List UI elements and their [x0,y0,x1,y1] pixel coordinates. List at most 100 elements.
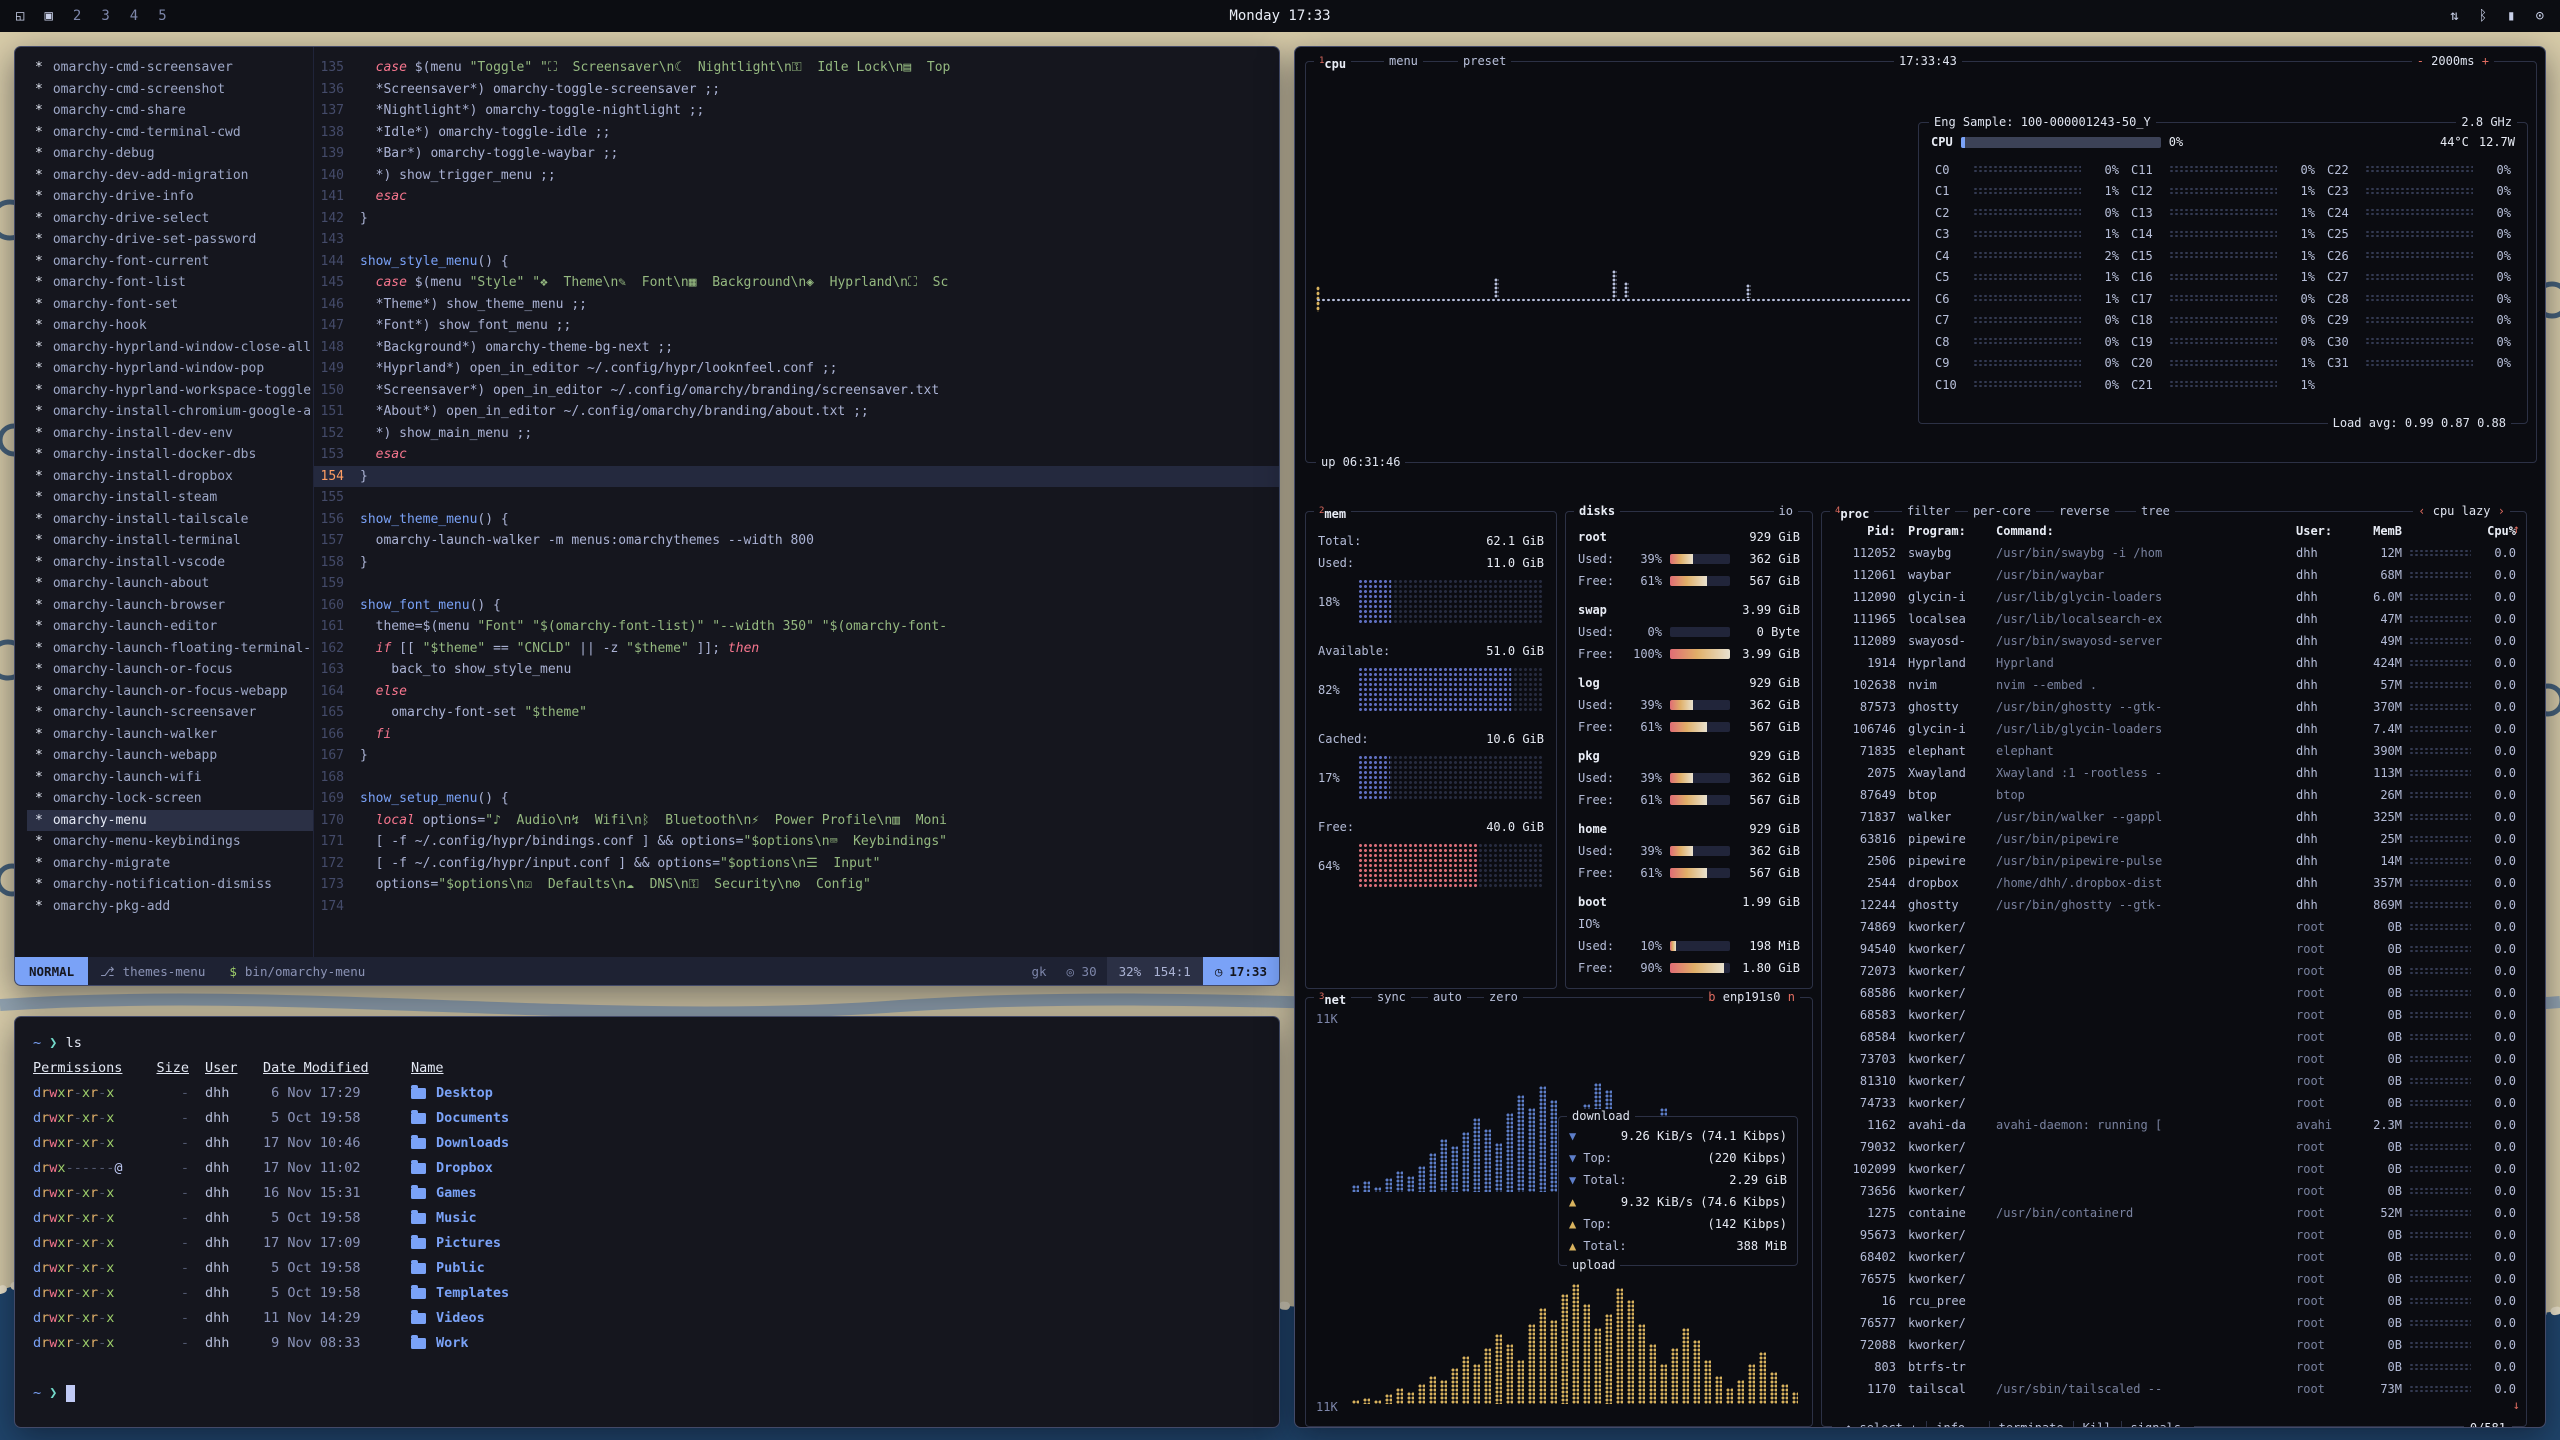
code-line[interactable]: 154} [314,466,1279,488]
file-tree-item[interactable]: *omarchy-hyprland-workspace-toggle [27,380,313,402]
file-tree-item[interactable]: *omarchy-install-terminal [27,530,313,552]
code-line[interactable]: 150 *Screensaver*) open_in_editor ~/.con… [314,380,1279,402]
process-row[interactable]: 2506pipewire/usr/bin/pipewire-pulsedhh14… [1822,850,2526,872]
file-tree-item[interactable]: *omarchy-font-current [27,251,313,273]
disks-panel-title[interactable]: disks [1574,504,1620,519]
tree-toggle[interactable]: tree [2136,504,2175,519]
process-row[interactable]: 76575kworker/root0B0.0 [1822,1268,2526,1290]
file-tree-item[interactable]: *omarchy-install-steam [27,487,313,509]
code-line[interactable]: 143 [314,229,1279,251]
file-tree-item[interactable]: *omarchy-launch-browser [27,595,313,617]
code-line[interactable]: 140 *) show_trigger_menu ;; [314,165,1279,187]
code-line[interactable]: 165 omarchy-font-set "$theme" [314,702,1279,724]
file-tree-item[interactable]: *omarchy-install-dropbox [27,466,313,488]
process-row[interactable]: 72088kworker/root0B0.0 [1822,1334,2526,1356]
process-row[interactable]: 1162avahi-daavahi-daemon: running [avahi… [1822,1114,2526,1136]
process-row[interactable]: 111965localsea/usr/lib/localsearch-exdhh… [1822,608,2526,630]
file-tree-item[interactable]: *omarchy-install-vscode [27,552,313,574]
code-line[interactable]: 167} [314,745,1279,767]
file-row[interactable]: drwxr-xr-x-dhh16 Nov 15:31Games [33,1181,1261,1206]
process-row[interactable]: 72073kworker/root0B0.0 [1822,960,2526,982]
file-tree-item[interactable]: *omarchy-menu [27,810,313,832]
code-line[interactable]: 172 [ -f ~/.config/hypr/input.conf ] && … [314,853,1279,875]
process-row[interactable]: 73656kworker/root0B0.0 [1822,1180,2526,1202]
power-icon[interactable]: ⊙ [2536,8,2544,24]
file-tree-item[interactable]: *omarchy-launch-screensaver [27,702,313,724]
code-line[interactable]: 162 if [[ "$theme" == "CNCLD" || -z "$th… [314,638,1279,660]
process-panel-title[interactable]: 4proc [1830,504,1874,522]
process-row[interactable]: 68583kworker/root0B0.0 [1822,1004,2526,1026]
process-row[interactable]: 1275containe/usr/bin/containerdroot52M0.… [1822,1202,2526,1224]
file-tree-item[interactable]: *omarchy-cmd-terminal-cwd [27,122,313,144]
process-row[interactable]: 68402kworker/root0B0.0 [1822,1246,2526,1268]
file-row[interactable]: drwxr-xr-x-dhh 9 Nov 08:33Work [33,1331,1261,1356]
process-row[interactable]: 68586kworker/root0B0.0 [1822,982,2526,1004]
process-column-header[interactable]: Program: [1896,524,1996,538]
process-row[interactable]: 95673kworker/root0B0.0 [1822,1224,2526,1246]
file-row[interactable]: drwxr-xr-x-dhh 5 Oct 19:58Public [33,1256,1261,1281]
code-line[interactable]: 148 *Background*) omarchy-theme-bg-next … [314,337,1279,359]
code-line[interactable]: 160show_font_menu() { [314,595,1279,617]
workspace-button[interactable]: 3 [101,8,109,24]
code-line[interactable]: 144show_style_menu() { [314,251,1279,273]
file-row[interactable]: drwxr-xr-x-dhh11 Nov 14:29Videos [33,1306,1261,1331]
file-tree-item[interactable]: *omarchy-cmd-screensaver [27,57,313,79]
process-row[interactable]: 71835elephantelephantdhh390M0.0 [1822,740,2526,762]
process-column-header[interactable]: User: [2296,524,2354,538]
file-tree-item[interactable]: *omarchy-launch-webapp [27,745,313,767]
file-tree-item[interactable]: *omarchy-migrate [27,853,313,875]
omarchy-logo-icon[interactable]: ◱ [16,8,24,24]
file-row[interactable]: drwxr-xr-x-dhh17 Nov 10:46Downloads [33,1131,1261,1156]
cpu-panel-title[interactable]: 1cpu [1314,54,1351,72]
process-row[interactable]: 68584kworker/root0B0.0 [1822,1026,2526,1048]
code-line[interactable]: 135 case $(menu "Toggle" "⛶ Screensaver\… [314,57,1279,79]
file-row[interactable]: drwxr-xr-x-dhh 5 Oct 19:58Templates [33,1281,1261,1306]
file-tree-item[interactable]: *omarchy-hyprland-window-close-all [27,337,313,359]
footer-action[interactable]: Kill [2073,1421,2121,1428]
code-line[interactable]: 151 *About*) open_in_editor ~/.config/om… [314,401,1279,423]
process-row[interactable]: 112061waybar/usr/bin/waybardhh68M0.0 [1822,564,2526,586]
terminal-window[interactable]: ~ ❯ ls PermissionsSizeUserDate ModifiedN… [14,1016,1280,1428]
file-tree-item[interactable]: *omarchy-debug [27,143,313,165]
net-auto-toggle[interactable]: auto [1428,990,1467,1005]
net-interface-selector[interactable]: b enp191s0 n [1703,990,1800,1005]
code-line[interactable]: 153 esac [314,444,1279,466]
process-row[interactable]: 74869kworker/root0B0.0 [1822,916,2526,938]
process-row[interactable]: 87573ghostty/usr/bin/ghostty --gtk-dhh37… [1822,696,2526,718]
process-column-header[interactable]: Pid: [1832,524,1896,538]
active-workspace-icon[interactable]: ▣ [44,8,52,24]
process-row[interactable]: 2075XwaylandXwayland :1 -rootless -dhh11… [1822,762,2526,784]
code-line[interactable]: 159 [314,573,1279,595]
process-row[interactable]: 803btrfs-trroot0B0.0 [1822,1356,2526,1378]
interval-minus-button[interactable]: - [2417,54,2424,68]
code-line[interactable]: 173 options="$options\n☑ Defaults\n☁ DNS… [314,874,1279,896]
io-toggle[interactable]: io [1774,504,1798,519]
sort-selector[interactable]: ‹ cpu lazy › [2413,504,2510,519]
file-tree-item[interactable]: *omarchy-drive-info [27,186,313,208]
preset-button[interactable]: preset [1458,54,1511,69]
interval-plus-button[interactable]: + [2482,54,2489,68]
file-tree-item[interactable]: *omarchy-cmd-screenshot [27,79,313,101]
footer-action[interactable]: info ↵ [1926,1421,1988,1428]
footer-action[interactable]: signals [2121,1421,2191,1428]
file-tree-item[interactable]: *omarchy-launch-walker [27,724,313,746]
file-tree-item[interactable]: *omarchy-launch-about [27,573,313,595]
code-line[interactable]: 155 [314,487,1279,509]
process-column-header[interactable]: MemB [2354,524,2402,538]
code-line[interactable]: 171 [ -f ~/.config/hypr/bindings.conf ] … [314,831,1279,853]
process-row[interactable]: 106746glycin-i/usr/lib/glycin-loadersdhh… [1822,718,2526,740]
file-tree-item[interactable]: *omarchy-notification-dismiss [27,874,313,896]
filter-button[interactable]: filter [1902,504,1955,519]
file-tree-item[interactable]: *omarchy-install-dev-env [27,423,313,445]
network-panel-title[interactable]: 3net [1314,990,1351,1008]
code-line[interactable]: 164 else [314,681,1279,703]
net-sync-toggle[interactable]: sync [1372,990,1411,1005]
scroll-up-icon[interactable]: ↑ [2513,522,2520,536]
file-row[interactable]: drwxr-xr-x-dhh 6 Nov 17:29Desktop [33,1081,1261,1106]
code-line[interactable]: 137 *Nightlight*) omarchy-toggle-nightli… [314,100,1279,122]
process-row[interactable]: 87649btopbtopdhh26M0.0 [1822,784,2526,806]
file-tree-item[interactable]: *omarchy-drive-set-password [27,229,313,251]
code-line[interactable]: 146 *Theme*) show_theme_menu ;; [314,294,1279,316]
code-line[interactable]: 169show_setup_menu() { [314,788,1279,810]
process-row[interactable]: 102638nvimnvim --embed .dhh57M0.0 [1822,674,2526,696]
